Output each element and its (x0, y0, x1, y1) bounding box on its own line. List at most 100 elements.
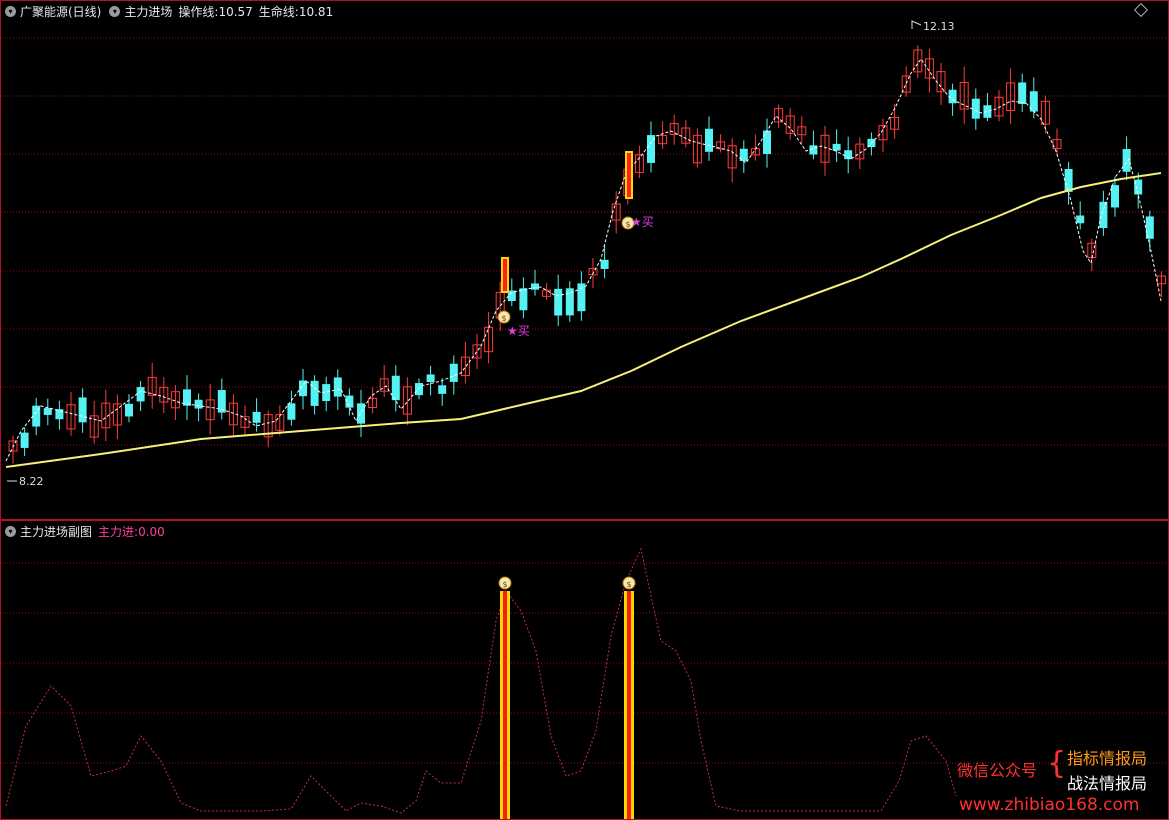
candle (669, 114, 679, 145)
sub-chart-panel[interactable]: ▾ 主力进场副图 主力进: 0.00 $ $ 微信公众号 { 指标情报局 战法情报… (0, 520, 1169, 820)
candle-body (1111, 185, 1119, 208)
signal-bar-inner (503, 591, 507, 819)
candle-body (1064, 168, 1073, 192)
candle-body (415, 383, 423, 396)
candle (1087, 238, 1097, 272)
candle (8, 435, 18, 464)
candle (460, 341, 470, 384)
candle (240, 405, 250, 435)
candle (205, 383, 215, 435)
candle (112, 394, 122, 440)
candle (78, 388, 87, 433)
money-bag-glyph: $ (501, 314, 506, 323)
stock-title: 广聚能源(日线) (20, 5, 102, 19)
candle (159, 377, 169, 414)
candle-body (125, 403, 133, 417)
candle (228, 394, 238, 437)
candle (1122, 136, 1131, 181)
candle-body (391, 375, 400, 401)
candle-body (600, 259, 609, 269)
candle (402, 377, 412, 425)
money-bag-glyph: $ (502, 580, 507, 589)
brace-icon: { (1047, 746, 1067, 781)
candle (43, 398, 52, 426)
buy-candle (501, 257, 509, 293)
candle (379, 364, 389, 398)
candle-body (948, 89, 957, 104)
candle (183, 375, 191, 420)
high-price-label: 12.13 (923, 20, 955, 33)
candle (391, 365, 400, 412)
candle (531, 269, 539, 296)
candle-body (1134, 179, 1143, 195)
candle-body (438, 385, 447, 394)
candle (1006, 68, 1016, 125)
candle-body (1076, 215, 1085, 224)
candle (692, 128, 702, 168)
candle (959, 66, 969, 124)
candle (867, 132, 876, 156)
candle (252, 398, 261, 432)
candle (147, 362, 157, 409)
low-price-label: 8.22 (19, 475, 44, 488)
candle (20, 427, 29, 456)
candle (739, 140, 748, 173)
candle (357, 389, 365, 438)
candle (577, 271, 586, 321)
candle (716, 134, 726, 153)
candle-body (55, 409, 64, 420)
candle (1134, 172, 1143, 209)
candle (971, 88, 980, 130)
watermark-url: www.zhibiao168.com (959, 795, 1140, 815)
chevron-down-icon[interactable]: ▾ (5, 526, 16, 537)
candle-body (832, 143, 841, 151)
sub-value: 0.00 (138, 524, 165, 539)
buy-candle-core (627, 153, 631, 197)
candle (750, 134, 760, 161)
candle (1076, 201, 1085, 230)
candle (634, 145, 644, 179)
candle-body (763, 130, 771, 155)
main-chart-panel[interactable]: ▾ 广聚能源(日线) ▾ 主力进场 操作线: 10.57 生命线: 10.81 … (0, 0, 1169, 520)
money-bag-icon: $ (622, 576, 636, 590)
candle-body (426, 374, 435, 383)
candle-body (310, 380, 319, 406)
candle (844, 136, 853, 174)
signal-bar (500, 591, 510, 819)
candle-body (333, 377, 342, 397)
candle-body (449, 363, 458, 382)
candle (785, 108, 795, 140)
candle (438, 378, 447, 406)
candle-body (194, 399, 203, 409)
wechat-label: 微信公众号 (957, 761, 1038, 780)
candle-body (252, 411, 261, 423)
sub-title: 主力进场副图 (20, 525, 93, 539)
chevron-down-icon[interactable]: ▾ (109, 6, 121, 17)
sub-value-label: 主力进: (98, 525, 139, 539)
candle (809, 130, 818, 160)
candle (1156, 271, 1166, 298)
candle (55, 400, 64, 430)
candle (600, 245, 609, 279)
candle (774, 104, 784, 129)
candle-body (705, 128, 713, 152)
candle (658, 121, 668, 150)
candle-body (20, 432, 29, 448)
life-line-value: 10.81 (298, 4, 334, 19)
op-line-value: 10.57 (218, 4, 253, 19)
signal-bar (624, 591, 634, 819)
indicator-name: 主力进场 (124, 5, 173, 19)
signal-bar-inner (627, 591, 631, 819)
money-bag-glyph: $ (625, 220, 630, 229)
candle (89, 400, 99, 444)
main-force-line (5, 547, 957, 814)
candle-body (357, 403, 365, 424)
chevron-down-icon[interactable]: ▾ (5, 6, 16, 17)
candle-body (78, 397, 87, 423)
candle (565, 281, 574, 322)
candle (299, 368, 307, 410)
candle (994, 90, 1004, 122)
candle (936, 63, 946, 105)
buy-candle-core (503, 259, 507, 291)
candle (519, 277, 528, 319)
